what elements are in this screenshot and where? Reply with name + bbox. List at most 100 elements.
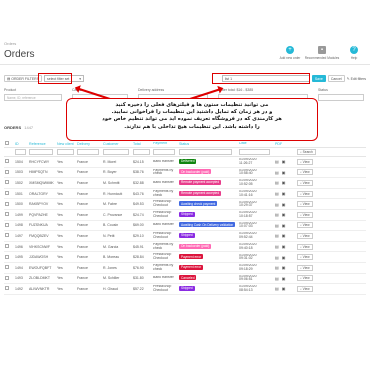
new-client-filter-select[interactable] [57,149,74,155]
table-row[interactable]: 1496 VIHKSCNWF Yes France M. Garcia $45.91 Pay… [4,242,366,253]
view-order-button[interactable]: ⌕ View [297,201,313,208]
view-order-button[interactable]: ⌕ View [297,222,313,229]
delivery-slip-icon[interactable]: ▣ [282,265,286,270]
view-order-button[interactable]: ⌕ View [297,232,313,239]
column-header[interactable]: Status [178,142,238,146]
delivery-slip-icon[interactable]: ▣ [282,202,286,207]
invoice-icon[interactable]: ▤ [275,180,279,185]
view-order-button[interactable]: ⌕ View [297,179,313,186]
delivery-slip-icon[interactable]: ▣ [282,276,286,281]
status-badge[interactable]: On backorder (paid) [179,169,212,175]
column-header[interactable]: Total [132,142,152,146]
row-checkbox[interactable] [5,254,9,259]
save-filter-button[interactable]: Save [311,75,326,82]
invoice-icon[interactable]: ▤ [275,244,279,249]
status-badge[interactable]: Awaiting Cash On Delivery validation [179,222,236,228]
column-header[interactable]: Customer [102,142,132,146]
invoice-icon[interactable]: ▤ [275,233,279,238]
table-row[interactable]: 1494 EWOUFQBFT Yes France R. Jones $76.90 Paym… [4,263,366,274]
invoice-icon[interactable]: ▤ [275,212,279,217]
invoice-icon[interactable]: ▤ [275,255,279,260]
status-badge[interactable]: Canceled [179,275,197,281]
table-row[interactable]: 1498 FUZSNKUA Yes France B. Cousin $69.00 Bank… [4,221,366,232]
row-checkbox[interactable] [5,233,9,238]
delivery-slip-icon[interactable]: ▣ [282,170,286,175]
row-checkbox[interactable] [5,180,9,185]
delivery-filter-select[interactable] [77,149,100,155]
invoice-icon[interactable]: ▤ [275,159,279,164]
status-badge[interactable]: Shipped [179,285,195,291]
table-row[interactable]: 1499 PQVPAZHE Yes France C. Provance $24.74 Pr… [4,210,366,221]
breadcrumb[interactable]: Orders [4,41,16,46]
table-row[interactable]: 1493 ZLOBLDMKT Yes France M. Schiller $31.80 B… [4,274,366,285]
status-badge[interactable]: Payment error [179,254,204,260]
invoice-icon[interactable]: ▤ [275,223,279,228]
delivery-slip-icon[interactable]: ▣ [282,286,286,291]
row-checkbox[interactable] [5,201,9,206]
view-order-button[interactable]: ⌕ View [297,158,313,165]
status-badge[interactable]: Remote payment accepted [179,179,222,185]
row-checkbox[interactable] [5,222,9,227]
invoice-icon[interactable]: ▤ [275,286,279,291]
help-button[interactable]: ? Help [341,46,367,60]
column-header[interactable]: Delivery [76,142,102,146]
status-badge[interactable]: Payment error [179,264,204,270]
status-filter-select[interactable] [318,94,364,101]
table-row[interactable]: 1503 HIMPSQTN Yes France R. Boyer $38.76 Payme… [4,168,366,179]
table-row[interactable]: 1501 ORALTGRY Yes France R. Hunnicutt $43.76 P… [4,189,366,200]
invoice-icon[interactable]: ▤ [275,276,279,281]
table-row[interactable]: 1492 ALIWVNKTR Yes France H. Giraud $57.22 Pre… [4,284,366,295]
delivery-slip-icon[interactable]: ▣ [282,244,286,249]
view-order-button[interactable]: ⌕ View [297,169,313,176]
delivery-slip-icon[interactable]: ▣ [282,159,286,164]
table-row[interactable]: 1500 RAKBPYOV Yes France M. Fabre $49.53 Prest… [4,199,366,210]
status-badge[interactable]: Awaiting check payment [179,201,218,207]
row-checkbox[interactable] [5,275,9,280]
view-order-button[interactable]: ⌕ View [297,254,313,261]
status-badge[interactable]: Delivered [179,158,197,164]
status-badge[interactable]: Shipped [179,232,195,238]
status-badge[interactable]: Shipped [179,211,195,217]
add-new-order-button[interactable]: + Add new order [277,46,303,60]
row-checkbox[interactable] [5,244,9,249]
table-row[interactable]: 1497 FMQQBZEV Yes France N. Petit $29.10 Prest… [4,231,366,242]
total-filter-input[interactable] [133,149,150,155]
id-filter-input[interactable] [15,149,27,155]
row-checkbox[interactable] [5,169,9,174]
column-header[interactable]: Date [238,142,274,146]
customer-filter-input[interactable] [103,149,129,155]
row-checkbox[interactable] [5,191,9,196]
reference-filter-input[interactable] [29,149,53,155]
row-checkbox[interactable] [5,212,9,217]
status-filter-select[interactable] [179,149,233,155]
delivery-slip-icon[interactable]: ▣ [282,180,286,185]
search-button[interactable]: ⌕ Search [297,149,316,155]
cancel-filter-button[interactable]: Cancel [327,75,345,82]
column-header[interactable]: New client [56,142,76,146]
delivery-slip-icon[interactable]: ▣ [282,212,286,217]
view-order-button[interactable]: ⌕ View [297,190,313,197]
invoice-icon[interactable]: ▤ [275,202,279,207]
view-order-button[interactable]: ⌕ View [297,285,313,292]
delivery-slip-icon[interactable]: ▣ [282,191,286,196]
recommended-modules-button[interactable]: ▪ Recommended Modules [305,46,339,60]
table-row[interactable]: 1504 RHCYFCWY Yes France R. Morel $24.15 Bank … [4,157,366,168]
table-row[interactable]: 1502 XMSMQWMMK Yes France M. Schmitt $32.88 Ba… [4,178,366,189]
column-header[interactable]: Reference [28,142,56,146]
view-order-button[interactable]: ⌕ View [297,211,313,218]
row-checkbox[interactable] [5,286,9,291]
date-filter-input[interactable] [239,149,271,155]
invoice-icon[interactable]: ▤ [275,170,279,175]
order-filters-button[interactable]: ▤ ORDER FILTERS [4,75,43,82]
payment-filter-input[interactable] [153,149,176,155]
table-row[interactable]: 1495 JJDAWOSH Yes France B. Moreau $28.84 Pres… [4,252,366,263]
view-order-button[interactable]: ⌕ View [297,275,313,282]
row-checkbox[interactable] [5,265,9,270]
column-header[interactable]: Payment [152,142,178,146]
select-all-column[interactable] [4,141,14,146]
column-header[interactable]: ID [14,142,28,146]
status-badge[interactable]: Remote payment accepted [179,190,222,196]
status-badge[interactable]: On backorder (paid) [179,243,212,249]
edit-filters-link[interactable]: ✎ Edit filters [347,77,366,81]
delivery-slip-icon[interactable]: ▣ [282,223,286,228]
